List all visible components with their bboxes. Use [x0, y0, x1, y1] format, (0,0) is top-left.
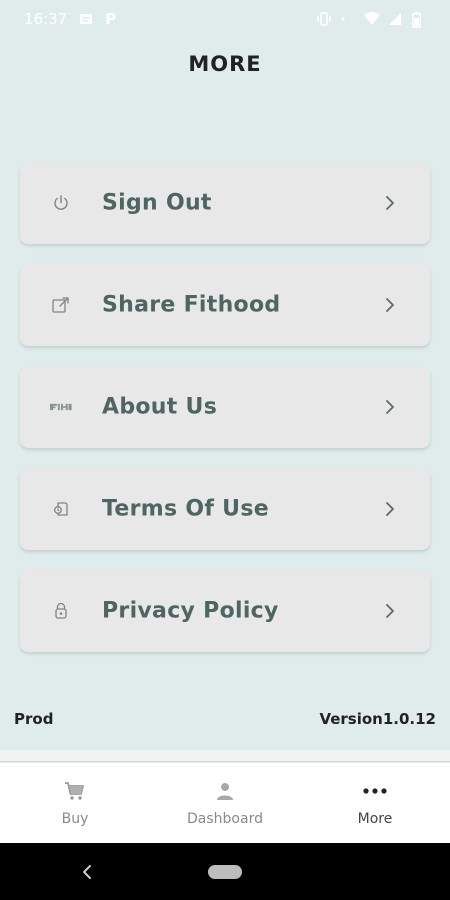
parking-indicator: P [105, 10, 117, 28]
chevron-right-icon [384, 297, 396, 313]
menu-item-label: Sign Out [102, 190, 212, 216]
home-pill-button[interactable] [208, 865, 242, 879]
system-nav-bar [0, 843, 450, 900]
share-icon [50, 294, 72, 316]
signal-icon [388, 12, 402, 26]
back-icon[interactable] [78, 863, 96, 881]
fithood-logo-icon [50, 396, 72, 418]
environment-label: Prod [14, 710, 54, 728]
tab-more[interactable]: More [300, 763, 450, 843]
page-title: MORE [188, 52, 262, 76]
nav-divider [0, 750, 450, 762]
tab-dashboard[interactable]: Dashboard [150, 763, 300, 843]
status-bar: 16:37 P [0, 0, 450, 38]
chevron-right-icon [384, 195, 396, 211]
terms-of-use-button[interactable]: Terms Of Use [20, 468, 430, 550]
chevron-right-icon [384, 603, 396, 619]
version-label: Version1.0.12 [319, 710, 436, 728]
status-time: 16:37 [24, 10, 68, 28]
dot-icon [340, 12, 354, 26]
person-icon [213, 779, 237, 803]
menu-item-label: About Us [102, 394, 218, 420]
tab-buy[interactable]: Buy [0, 763, 150, 843]
chevron-right-icon [384, 501, 396, 517]
menu-item-label: Share Fithood [102, 292, 281, 318]
menu-item-label: Privacy Policy [102, 598, 279, 624]
wifi-icon [364, 12, 380, 26]
privacy-policy-button[interactable]: Privacy Policy [20, 570, 430, 652]
menu-item-label: Terms Of Use [102, 496, 269, 522]
about-us-button[interactable]: About Us [20, 366, 430, 448]
bottom-nav: Buy Dashboard More [0, 763, 450, 843]
more-menu: Sign Out Share Fithood About Us Terms Of… [20, 162, 430, 672]
cart-icon [63, 779, 87, 803]
app-info-row: Prod Version1.0.12 [0, 710, 450, 728]
sign-out-button[interactable]: Sign Out [20, 162, 430, 244]
tab-label: More [357, 811, 393, 827]
lock-icon [50, 600, 72, 622]
battery-icon [412, 12, 426, 28]
chevron-right-icon [384, 399, 396, 415]
vibrate-icon [316, 12, 331, 26]
power-icon [50, 192, 72, 214]
tab-label: Buy [61, 811, 89, 827]
tab-label: Dashboard [187, 811, 263, 827]
more-dots-icon [363, 779, 387, 803]
share-fithood-button[interactable]: Share Fithood [20, 264, 430, 346]
terms-icon [50, 498, 72, 520]
message-icon [79, 12, 93, 26]
